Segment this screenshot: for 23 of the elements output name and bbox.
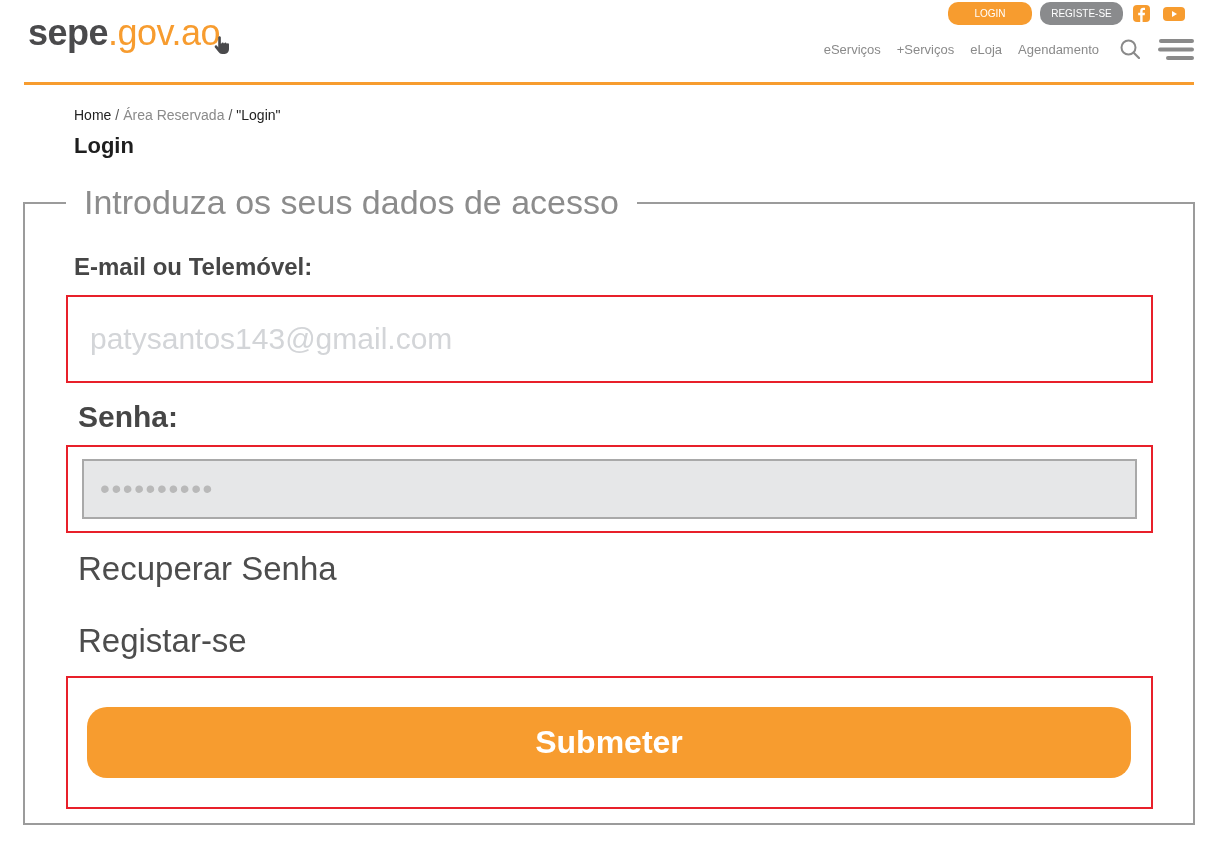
- nav-link[interactable]: +Serviços: [896, 41, 955, 57]
- header-button[interactable]: REGISTE-SE: [1040, 2, 1123, 25]
- breadcrumb-separator: /: [115, 106, 120, 125]
- video-play-icon[interactable]: [1163, 6, 1185, 21]
- search-icon[interactable]: [1120, 39, 1140, 59]
- menu-icon[interactable]: [1158, 38, 1194, 60]
- breadcrumb-current: "Login": [236, 106, 281, 125]
- field-label: E-mail ou Telemóvel:: [74, 252, 313, 282]
- submit-button[interactable]: Submeter: [87, 707, 1131, 778]
- panel-legend: Introduza os seus dados de acesso: [66, 182, 637, 223]
- text-link[interactable]: Registar-se: [78, 621, 247, 661]
- nav-link[interactable]: Agendamento: [1018, 41, 1099, 57]
- breadcrumb-link[interactable]: Home: [74, 105, 112, 125]
- facebook-icon[interactable]: [1133, 5, 1150, 22]
- text-link[interactable]: Recuperar Senha: [78, 549, 337, 589]
- header-button[interactable]: LOGIN: [948, 2, 1032, 25]
- nav-link[interactable]: eLoja: [970, 41, 1003, 57]
- field-label: Senha:: [78, 399, 179, 435]
- nav-link[interactable]: eServiços: [823, 41, 881, 57]
- breadcrumb-link[interactable]: Área Reservada: [123, 105, 225, 125]
- page-title: Login: [74, 132, 134, 160]
- breadcrumb-separator: /: [228, 106, 233, 125]
- logo-link[interactable]: sepe.gov.ao: [28, 12, 228, 54]
